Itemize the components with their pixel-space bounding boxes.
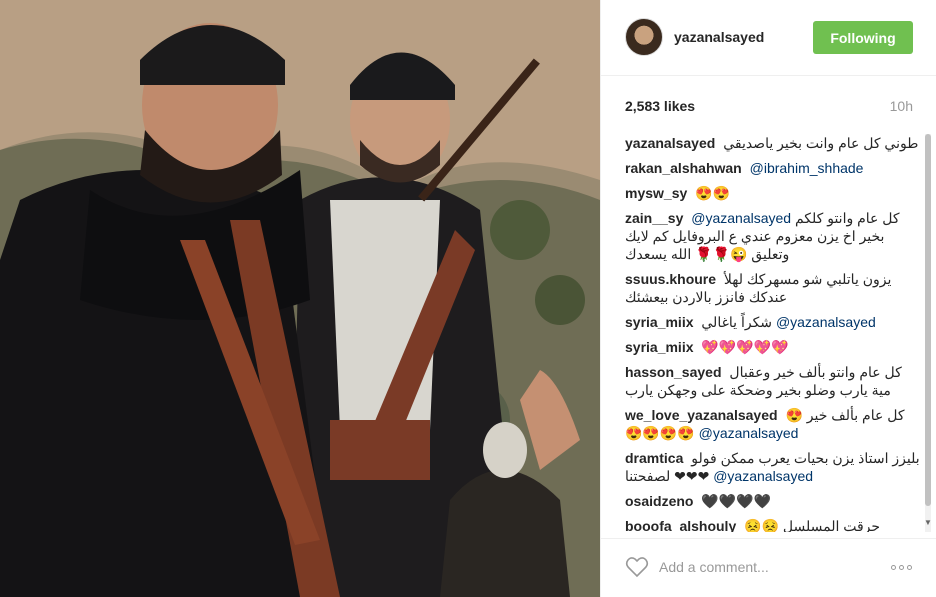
likes-row: 2,583 likes 10h	[625, 98, 913, 116]
comment-username[interactable]: hasson_sayed	[625, 364, 722, 380]
comment-text: حرقت المسلسل 😣😣	[744, 518, 881, 532]
post-photo-illustration	[0, 0, 600, 597]
comment-username[interactable]: we_love_yazanalsayed	[625, 407, 778, 423]
scroll-thumb[interactable]	[925, 134, 931, 506]
comment-item: ssuus.khoure يزون ياتلبي شو مسهركك لهلأ …	[625, 270, 921, 306]
comment-username[interactable]: zain__sy	[625, 210, 683, 226]
header-username[interactable]: yazanalsayed	[674, 29, 764, 45]
comment-text: شكراً ياغالي	[701, 314, 773, 330]
post-footer	[601, 538, 936, 597]
comment-username[interactable]: syria_miix	[625, 314, 694, 330]
post-header: yazanalsayed Following	[601, 0, 936, 76]
comment-text: 😍😍	[695, 185, 731, 201]
comment-text: 🖤🖤🖤🖤	[701, 493, 772, 509]
comment-username[interactable]: ssuus.khoure	[625, 271, 716, 287]
comment-item: we_love_yazanalsayed كل عام بألف خير 😍😍😍…	[625, 406, 921, 442]
heart-outline-icon[interactable]	[625, 555, 649, 579]
likes-count[interactable]: 2,583 likes	[625, 98, 695, 114]
following-button[interactable]: Following	[813, 21, 913, 54]
comment-item: hasson_sayed كل عام وانتو بألف خير وعقبا…	[625, 363, 921, 399]
comment-username[interactable]: osaidzeno	[625, 493, 693, 509]
avatar[interactable]	[625, 18, 663, 56]
comment-username[interactable]: yazanalsayed	[625, 135, 715, 151]
comment-mention[interactable]: @ibrahim_shhade	[750, 160, 864, 176]
add-comment-input[interactable]	[659, 553, 879, 581]
comment-scrollbar[interactable]: ▼	[923, 134, 933, 532]
post-photo[interactable]	[0, 0, 600, 597]
comment-item: zain__sy @yazanalsayed كل عام وانتو كلكم…	[625, 209, 921, 263]
comment-username[interactable]: booofa_alshouly	[625, 518, 736, 532]
comment-list[interactable]: yazanalsayed طوني كل عام وانت بخير ياصدي…	[625, 134, 921, 532]
post-side-panel: yazanalsayed Following 2,583 likes 10h y…	[600, 0, 936, 597]
more-options-icon[interactable]	[887, 559, 915, 575]
comment-item: rakan_alshahwan @ibrahim_shhade	[625, 159, 921, 177]
comment-item: osaidzeno 🖤🖤🖤🖤	[625, 492, 921, 510]
comment-item: yazanalsayed طوني كل عام وانت بخير ياصدي…	[625, 134, 921, 152]
comment-item: syria_miix 💖💖💖💖💖	[625, 338, 921, 356]
comment-mention[interactable]: @yazanalsayed	[776, 314, 876, 330]
scroll-down-arrow-icon[interactable]: ▼	[923, 518, 933, 530]
comment-item: dramtica بليزز استاذ يزن بحيات يعرب ممكن…	[625, 449, 921, 485]
comment-text: طوني كل عام وانت بخير ياصديقي	[723, 135, 919, 151]
comment-item: mysw_sy 😍😍	[625, 184, 921, 202]
comment-username[interactable]: rakan_alshahwan	[625, 160, 742, 176]
post-timestamp[interactable]: 10h	[890, 98, 913, 114]
comment-username[interactable]: dramtica	[625, 450, 683, 466]
comment-mention[interactable]: @yazanalsayed	[699, 425, 799, 441]
comment-mention[interactable]: @yazanalsayed	[691, 210, 791, 226]
comment-username[interactable]: mysw_sy	[625, 185, 687, 201]
comment-mention[interactable]: @yazanalsayed	[713, 468, 813, 484]
comment-item: booofa_alshouly حرقت المسلسل 😣😣	[625, 517, 921, 532]
comment-item: syria_miix شكراً ياغالي @yazanalsayed	[625, 313, 921, 331]
comment-username[interactable]: syria_miix	[625, 339, 694, 355]
comment-text: 💖💖💖💖💖	[701, 339, 789, 355]
